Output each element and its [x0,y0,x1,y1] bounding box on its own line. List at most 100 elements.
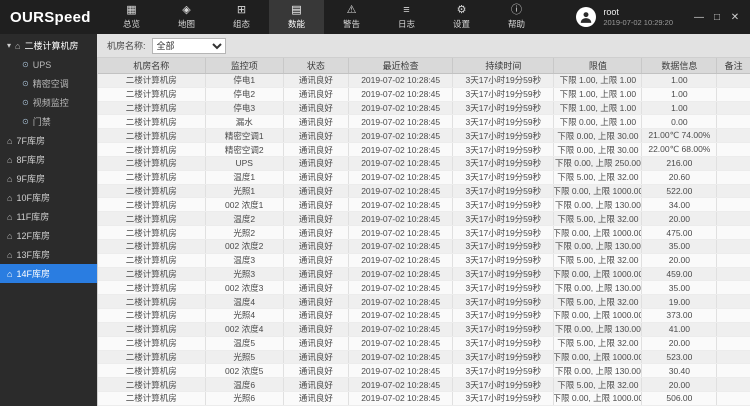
title-bar: OURSpeed ▦总览◈地图⊞组态▤数能⚠警告≡日志⚙设置ⓘ帮助 root 2… [0,0,750,34]
table-row[interactable]: 二楼计算机房温度6通讯良好2019-07-02 10:28:453天17小时19… [98,378,750,392]
table-cell: 3天17小时19分59秒 [453,185,554,198]
table-row[interactable]: 二楼计算机房UPS通讯良好2019-07-02 10:28:453天17小时19… [98,157,750,171]
sidebar-item-label: 14F库房 [16,267,50,280]
table-row[interactable]: 二楼计算机房停电2通讯良好2019-07-02 10:28:453天17小时19… [98,88,750,102]
nav-item-数能[interactable]: ▤数能 [269,0,324,34]
table-cell: 二楼计算机房 [98,351,206,364]
table-row[interactable]: 二楼计算机房002 浓度3通讯良好2019-07-02 10:28:453天17… [98,281,750,295]
user-avatar-icon[interactable] [576,7,596,27]
column-header: 持续时间 [453,58,554,73]
table-cell: 下限 0.00, 上限 130.00 [554,323,642,336]
room-filter-select[interactable]: 全部 [152,38,226,54]
sidebar-item-7F库房[interactable]: ⌂7F库房 [0,131,97,150]
table-row[interactable]: 二楼计算机房温度4通讯良好2019-07-02 10:28:453天17小时19… [98,295,750,309]
table-cell: 精密空调1 [206,129,284,142]
sidebar-item-12F库房[interactable]: ⌂12F库房 [0,226,97,245]
table-cell: 2019-07-02 10:28:45 [349,157,453,170]
table-row[interactable]: 二楼计算机房002 浓度4通讯良好2019-07-02 10:28:453天17… [98,323,750,337]
top-nav: ▦总览◈地图⊞组态▤数能⚠警告≡日志⚙设置ⓘ帮助 [104,0,544,34]
home-icon: ⌂ [7,269,12,279]
table-row[interactable]: 二楼计算机房温度3通讯良好2019-07-02 10:28:453天17小时19… [98,254,750,268]
minimize-button[interactable]: — [690,0,708,34]
table-cell: 二楼计算机房 [98,309,206,322]
table-cell: 2019-07-02 10:28:45 [349,129,453,142]
sidebar-item-root-room[interactable]: ▾⌂二楼计算机房 [0,36,97,55]
table-row[interactable]: 二楼计算机房温度2通讯良好2019-07-02 10:28:453天17小时19… [98,212,750,226]
nav-item-设置[interactable]: ⚙设置 [434,0,489,34]
maximize-button[interactable]: □ [708,0,726,34]
sidebar-item-label: 视频监控 [33,96,69,109]
table-row[interactable]: 二楼计算机房光照6通讯良好2019-07-02 10:28:453天17小时19… [98,392,750,406]
column-header: 最近检查 [349,58,453,73]
table-cell: 二楼计算机房 [98,226,206,239]
sidebar-item-精密空调[interactable]: ⊙精密空调 [0,74,97,93]
table-cell: 二楼计算机房 [98,295,206,308]
table-cell: 温度4 [206,295,284,308]
table-cell: 2019-07-02 10:28:45 [349,295,453,308]
table-cell: 002 浓度3 [206,281,284,294]
nav-item-组态[interactable]: ⊞组态 [214,0,269,34]
table-cell: 373.00 [642,309,717,322]
table-row[interactable]: 二楼计算机房光照2通讯良好2019-07-02 10:28:453天17小时19… [98,226,750,240]
nav-item-帮助[interactable]: ⓘ帮助 [489,0,544,34]
table-row[interactable]: 二楼计算机房光照4通讯良好2019-07-02 10:28:453天17小时19… [98,309,750,323]
table-cell: 下限 0.00, 上限 30.00 [554,129,642,142]
nav-item-label: 帮助 [508,18,525,30]
table-row[interactable]: 二楼计算机房光照5通讯良好2019-07-02 10:28:453天17小时19… [98,351,750,365]
map-icon: ◈ [182,5,190,16]
window-controls: — □ ✕ [690,0,744,34]
table-cell: 下限 5.00, 上限 32.00 [554,378,642,391]
sidebar-item-10F库房[interactable]: ⌂10F库房 [0,188,97,207]
table-row[interactable]: 二楼计算机房002 浓度2通讯良好2019-07-02 10:28:453天17… [98,240,750,254]
nav-item-总览[interactable]: ▦总览 [104,0,159,34]
table-cell: 523.00 [642,351,717,364]
table-row[interactable]: 二楼计算机房002 浓度1通讯良好2019-07-02 10:28:453天17… [98,198,750,212]
table-cell: 停电3 [206,102,284,115]
sidebar-item-14F库房[interactable]: ⌂ 14F库房 [0,264,97,283]
table-cell: 3天17小时19分59秒 [453,268,554,281]
column-header: 机房名称 [98,58,206,73]
sidebar-item-UPS[interactable]: ⊙UPS [0,55,97,74]
table-cell: 通讯良好 [284,364,349,377]
table-cell: 21.00℃ 74.00% [642,129,717,142]
table-row[interactable]: 二楼计算机房精密空调1通讯良好2019-07-02 10:28:453天17小时… [98,129,750,143]
monitor-table: 机房名称监控项状态最近检查持续时间限值数据信息备注 二楼计算机房停电1通讯良好2… [97,58,750,406]
table-cell: 二楼计算机房 [98,115,206,128]
table-cell: 下限 0.00, 上限 1000.00 [554,309,642,322]
table-cell: 3天17小时19分59秒 [453,115,554,128]
sidebar-item-视频监控[interactable]: ⊙视频监控 [0,93,97,112]
table-cell [717,254,750,267]
configuration-icon: ⊞ [237,5,246,16]
data-monitor-icon: ▤ [291,5,301,16]
close-button[interactable]: ✕ [726,0,744,34]
nav-item-警告[interactable]: ⚠警告 [324,0,379,34]
table-row[interactable]: 二楼计算机房光照3通讯良好2019-07-02 10:28:453天17小时19… [98,268,750,282]
sidebar-item-8F库房[interactable]: ⌂8F库房 [0,150,97,169]
sidebar-item-9F库房[interactable]: ⌂9F库房 [0,169,97,188]
table-cell: 二楼计算机房 [98,171,206,184]
table-row[interactable]: 二楼计算机房温度5通讯良好2019-07-02 10:28:453天17小时19… [98,337,750,351]
table-cell: 20.00 [642,254,717,267]
table-cell: 二楼计算机房 [98,378,206,391]
table-cell: 通讯良好 [284,143,349,156]
table-cell [717,337,750,350]
table-cell: 下限 5.00, 上限 32.00 [554,295,642,308]
table-cell: 二楼计算机房 [98,254,206,267]
sidebar-item-13F库房[interactable]: ⌂13F库房 [0,245,97,264]
table-row[interactable]: 二楼计算机房停电3通讯良好2019-07-02 10:28:453天17小时19… [98,102,750,116]
table-row[interactable]: 二楼计算机房精密空调2通讯良好2019-07-02 10:28:453天17小时… [98,143,750,157]
table-row[interactable]: 二楼计算机房光照1通讯良好2019-07-02 10:28:453天17小时19… [98,185,750,199]
table-row[interactable]: 二楼计算机房停电1通讯良好2019-07-02 10:28:453天17小时19… [98,74,750,88]
nav-item-地图[interactable]: ◈地图 [159,0,214,34]
sidebar-item-11F库房[interactable]: ⌂11F库房 [0,207,97,226]
nav-item-label: 总览 [123,18,140,30]
app-logo: OURSpeed [0,0,104,34]
nav-item-日志[interactable]: ≡日志 [379,0,434,34]
table-row[interactable]: 二楼计算机房漏水通讯良好2019-07-02 10:28:453天17小时19分… [98,115,750,129]
table-cell: 通讯良好 [284,88,349,101]
sidebar-item-门禁[interactable]: ⊙门禁 [0,112,97,131]
table-row[interactable]: 二楼计算机房002 浓度5通讯良好2019-07-02 10:28:453天17… [98,364,750,378]
table-cell: 2019-07-02 10:28:45 [349,392,453,405]
table-row[interactable]: 二楼计算机房温度1通讯良好2019-07-02 10:28:453天17小时19… [98,171,750,185]
table-cell: 下限 0.00, 上限 130.00 [554,198,642,211]
